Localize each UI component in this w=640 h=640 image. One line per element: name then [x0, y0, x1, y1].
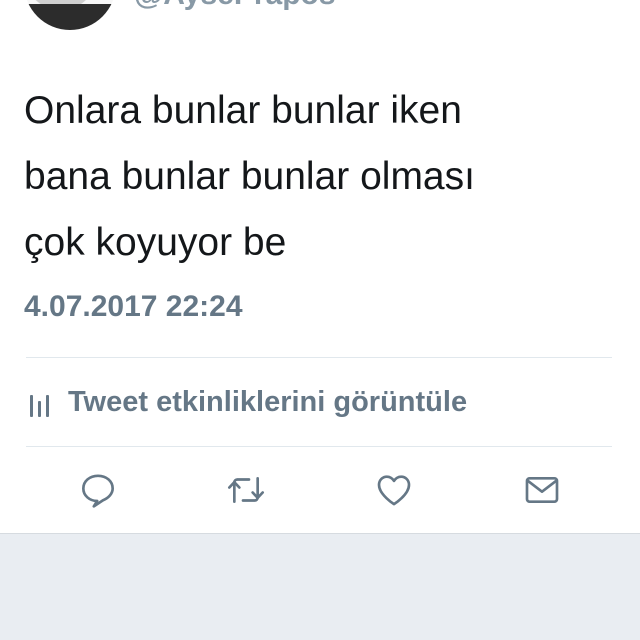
reply-icon — [82, 474, 114, 508]
retweet-icon — [228, 477, 264, 503]
avatar[interactable] — [24, 0, 116, 30]
tweet-text-line: bana bunlar bunlar olması — [24, 155, 475, 198]
reply-button[interactable] — [76, 468, 120, 512]
analytics-bars-icon — [24, 387, 52, 417]
tweet-timestamp[interactable]: 4.07.2017 22:24 — [24, 290, 243, 324]
like-button[interactable] — [372, 468, 416, 512]
user-handle[interactable]: @AysePrapos — [134, 0, 336, 12]
heart-icon — [377, 475, 411, 506]
tweet-text-line: çok koyuyor be — [24, 221, 287, 264]
retweet-button[interactable] — [224, 468, 268, 512]
tweet-text: Onlara bunlar bunlar iken bana bunlar bu… — [24, 78, 614, 276]
direct-message-button[interactable] — [520, 468, 564, 512]
tweet-text-line: Onlara bunlar bunlar iken — [24, 89, 462, 132]
tweet-detail-card: @AysePrapos Onlara bunlar bunlar iken ba… — [0, 0, 640, 534]
divider — [26, 446, 612, 447]
view-tweet-activity-label: Tweet etkinliklerini görüntüle — [68, 385, 468, 418]
envelope-icon — [525, 477, 559, 503]
divider — [26, 357, 612, 358]
view-tweet-activity-link[interactable]: Tweet etkinliklerini görüntüle — [24, 380, 467, 424]
